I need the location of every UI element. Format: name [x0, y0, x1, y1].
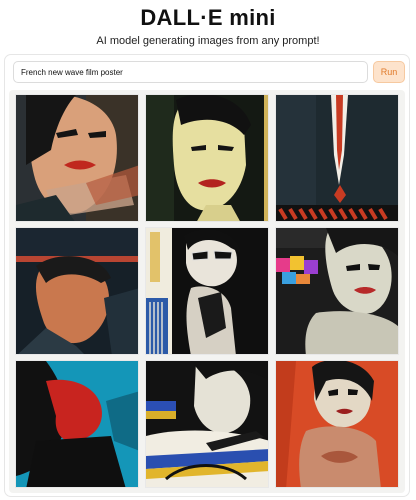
- poster-woman-orange-background-image: [276, 361, 398, 487]
- result-image[interactable]: [275, 94, 399, 222]
- poster-car-woman-image: [146, 361, 268, 487]
- poster-woman-colorful-blocks-image: [276, 228, 398, 354]
- generator-panel: Run: [4, 54, 410, 497]
- poster-man-profile-image: [16, 228, 138, 354]
- result-image[interactable]: [15, 360, 139, 488]
- prompt-input[interactable]: [13, 61, 368, 83]
- result-image[interactable]: [15, 94, 139, 222]
- run-button[interactable]: Run: [373, 61, 405, 83]
- poster-woman-bob-hair-image: [146, 95, 268, 221]
- result-image[interactable]: [15, 227, 139, 355]
- poster-tie-abstract-image: [276, 95, 398, 221]
- result-image[interactable]: [145, 94, 269, 222]
- result-image[interactable]: [275, 360, 399, 488]
- result-image[interactable]: [145, 360, 269, 488]
- results-grid: [9, 90, 405, 493]
- result-image[interactable]: [145, 227, 269, 355]
- result-image[interactable]: [275, 227, 399, 355]
- app-subtitle: AI model generating images from any prom…: [96, 35, 320, 47]
- poster-woman-red-lips-image: [16, 95, 138, 221]
- app-title: DALL·E mini: [140, 5, 276, 30]
- poster-woman-sunglasses-image: [146, 228, 268, 354]
- poster-red-silhouette-image: [16, 361, 138, 487]
